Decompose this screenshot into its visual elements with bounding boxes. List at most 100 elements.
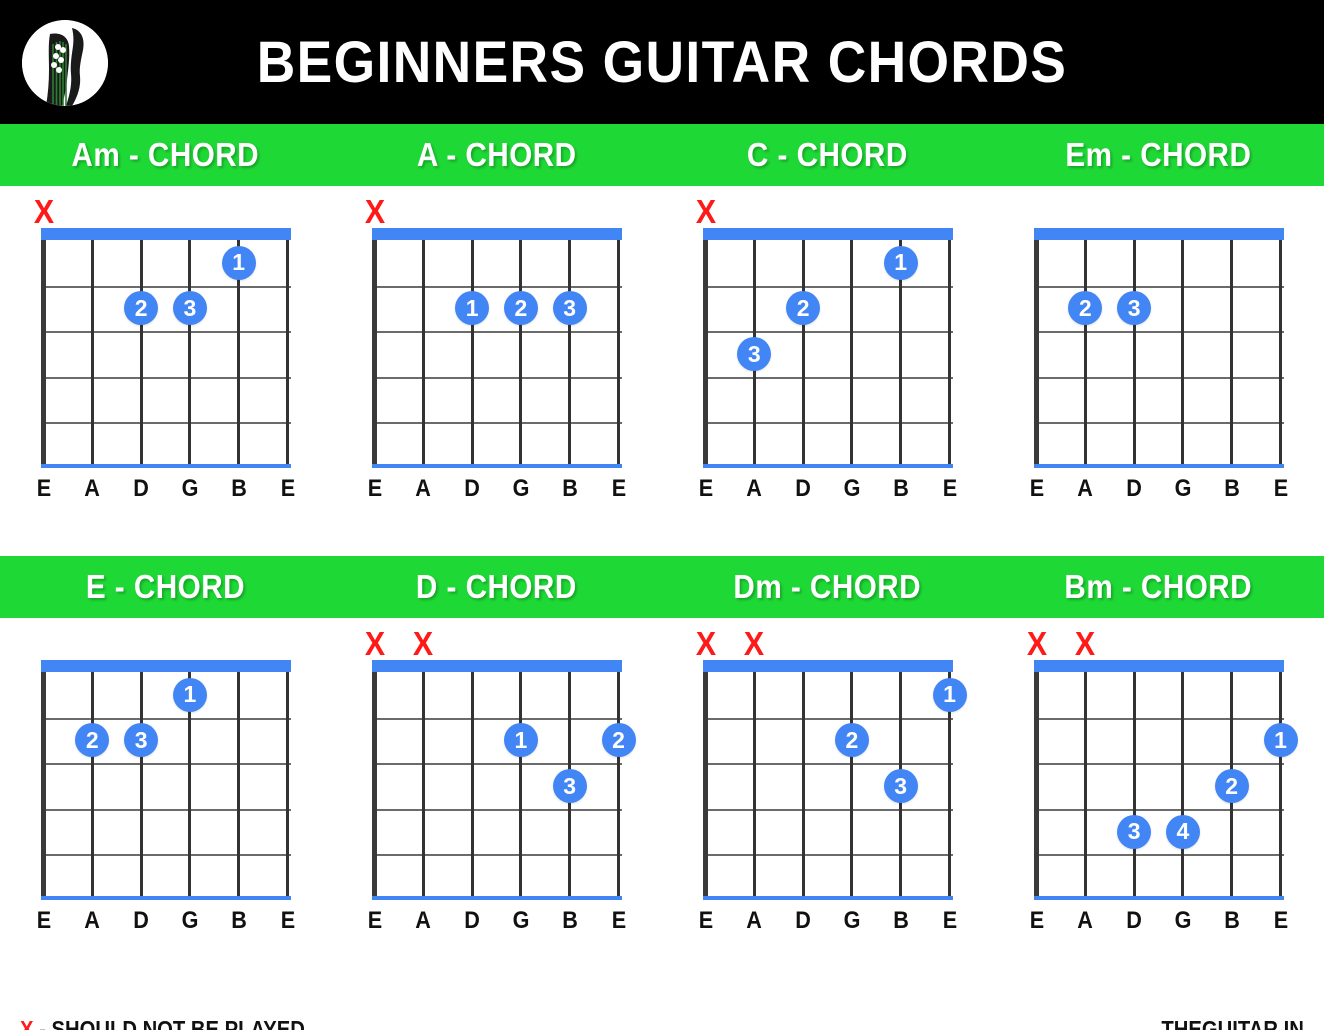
legend-x-icon: X bbox=[20, 1016, 34, 1030]
string-label: B bbox=[1223, 907, 1240, 934]
string-line bbox=[703, 240, 708, 468]
fret-line bbox=[371, 285, 622, 288]
string-label: A bbox=[1077, 475, 1094, 502]
string-label: A bbox=[415, 907, 432, 934]
string-line bbox=[519, 240, 523, 468]
fret-line bbox=[40, 331, 291, 334]
nut-bar bbox=[371, 660, 622, 672]
string-line bbox=[850, 672, 854, 900]
chord-title-d: D - CHORD bbox=[416, 568, 577, 605]
fretboard-grid: 1 23 bbox=[40, 672, 291, 900]
string-label: E bbox=[1029, 907, 1044, 934]
string-label: B bbox=[561, 475, 578, 502]
string-line bbox=[237, 672, 241, 900]
fret-line bbox=[1033, 763, 1284, 766]
fret-line bbox=[1033, 331, 1284, 334]
string-label: E bbox=[1273, 907, 1288, 934]
chord-title-cell: C - CHORD bbox=[662, 124, 993, 186]
mute-x-icon: X bbox=[1075, 625, 1096, 662]
chord-title-cell: A - CHORD bbox=[331, 124, 662, 186]
muted-strings-row: X bbox=[33, 186, 291, 228]
chord-title-bm: Bm - CHORD bbox=[1064, 568, 1253, 605]
chord-title-am: Am - CHORD bbox=[71, 136, 260, 173]
string-line bbox=[41, 672, 46, 900]
chord-title-cell: Dm - CHORD bbox=[662, 556, 993, 618]
string-label: G bbox=[1174, 475, 1192, 502]
finger-dot-2: 2 bbox=[601, 723, 636, 758]
string-label: E bbox=[611, 907, 626, 934]
string-labels: EADGBE bbox=[1029, 907, 1288, 943]
fretboard: 23 bbox=[1033, 228, 1284, 473]
chord-title-a: A - CHORD bbox=[416, 136, 577, 173]
string-line bbox=[1083, 240, 1087, 468]
string-label: B bbox=[1223, 475, 1240, 502]
muted-strings-row bbox=[41, 618, 291, 660]
finger-dot-2: 2 bbox=[75, 723, 110, 758]
finger-dot-3: 3 bbox=[737, 337, 772, 371]
string-label: D bbox=[795, 907, 811, 934]
string-label: D bbox=[1126, 475, 1142, 502]
string-line bbox=[801, 672, 805, 900]
finger-dot-1: 1 bbox=[221, 245, 256, 280]
fret-line bbox=[702, 285, 953, 288]
mute-x-icon: X bbox=[695, 193, 716, 230]
string-line bbox=[752, 672, 756, 900]
chord-title-c: C - CHORD bbox=[747, 136, 908, 173]
string-label: E bbox=[942, 907, 957, 934]
string-line bbox=[1181, 672, 1185, 900]
fret-line bbox=[40, 717, 291, 720]
muted-strings-row: XX bbox=[1026, 618, 1284, 662]
string-label: E bbox=[280, 475, 295, 502]
fret-line bbox=[40, 376, 291, 379]
mute-x-icon: X bbox=[744, 625, 765, 662]
string-label: A bbox=[1077, 907, 1094, 934]
mute-x-icon: X bbox=[364, 625, 385, 662]
chord-title-em: Em - CHORD bbox=[1065, 136, 1252, 173]
fretboard: 1 23 bbox=[702, 228, 953, 473]
finger-dot-1: 1 bbox=[883, 245, 918, 280]
string-label: B bbox=[561, 907, 578, 934]
chord-diagram-am: X 1 23 E A D G B E bbox=[0, 186, 331, 556]
string-label: E bbox=[367, 475, 382, 502]
fret-line bbox=[371, 376, 622, 379]
finger-dot-2: 2 bbox=[1068, 291, 1103, 326]
string-label: E bbox=[36, 475, 51, 502]
string-line bbox=[801, 240, 805, 468]
string-labels: EADGBE bbox=[36, 475, 295, 511]
fret-line bbox=[371, 422, 622, 425]
fretboard-grid: 1 23 bbox=[702, 672, 967, 900]
muted-strings-row bbox=[1034, 186, 1284, 228]
string-labels: EADGBE bbox=[698, 907, 957, 943]
nut-bar bbox=[702, 660, 953, 672]
fret-line bbox=[40, 422, 291, 425]
board-bottom-line bbox=[702, 464, 953, 468]
string-line bbox=[948, 240, 951, 468]
board-bottom-line bbox=[1033, 896, 1284, 900]
mute-x-icon: X bbox=[1026, 625, 1047, 662]
string-label: A bbox=[84, 475, 101, 502]
string-line bbox=[470, 672, 474, 900]
mute-x-icon: X bbox=[695, 625, 716, 662]
string-label: B bbox=[892, 475, 909, 502]
string-line bbox=[617, 672, 620, 900]
string-line bbox=[41, 240, 46, 468]
chord-title-cell: D - CHORD bbox=[331, 556, 662, 618]
fret-line bbox=[702, 376, 953, 379]
site-credit: THEGUITAR.IN bbox=[1161, 1016, 1304, 1030]
fret-line bbox=[1033, 808, 1284, 811]
string-label: E bbox=[280, 907, 295, 934]
chord-diagram-bm: XX 12 34 E A D G B E bbox=[993, 618, 1324, 988]
fret-line bbox=[371, 763, 622, 766]
chord-title-band-row2: E - CHORD D - CHORD Dm - CHORD Bm - CHOR… bbox=[0, 556, 1324, 618]
finger-dot-2: 2 bbox=[1214, 769, 1249, 803]
finger-dot-1: 1 bbox=[172, 677, 207, 712]
legend-text: - SHOULD NOT BE PLAYED bbox=[33, 1016, 305, 1030]
finger-dot-1: 1 bbox=[503, 723, 538, 758]
string-line bbox=[188, 240, 192, 468]
string-label: E bbox=[1029, 475, 1044, 502]
fretboard-grid: 23 bbox=[1033, 240, 1284, 468]
finger-dot-3: 3 bbox=[552, 769, 587, 803]
string-label: G bbox=[181, 907, 199, 934]
string-label: A bbox=[746, 475, 763, 502]
string-labels: EADGBE bbox=[367, 907, 626, 943]
